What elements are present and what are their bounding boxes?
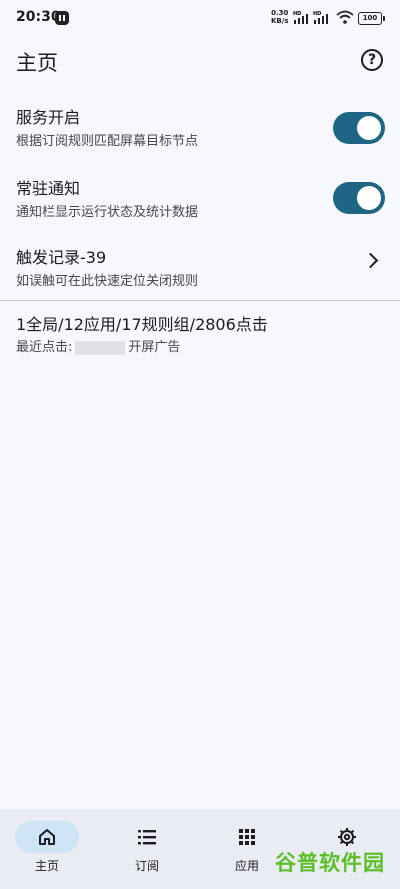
service-enable-switch[interactable] xyxy=(333,112,385,144)
signal-icon-2: HD xyxy=(313,11,328,24)
trigger-log-subtitle: 如误触可在此快速定位关闭规则 xyxy=(16,274,199,289)
network-speed-value: 0.30 xyxy=(271,9,289,17)
signal-2-label: HD xyxy=(313,11,321,17)
screen: 20:30 0.30 KB/s HD HD 100 主页 ? 服务开启 根据订阅… xyxy=(0,0,400,889)
wifi-icon xyxy=(336,10,354,24)
signal-1-label: HD xyxy=(293,11,301,17)
section-divider xyxy=(0,300,400,301)
watermark-text: 谷普软件园 xyxy=(275,851,385,875)
page-title: 主页 xyxy=(16,51,58,75)
status-bar: 20:30 0.30 KB/s HD HD 100 xyxy=(0,0,400,36)
service-enable-row[interactable]: 服务开启 根据订阅规则匹配屏幕目标节点 xyxy=(0,107,400,169)
apps-grid-icon xyxy=(239,829,255,845)
recent-click: 最近点击: 开屏广告 xyxy=(16,339,180,357)
nav-item-home[interactable]: 主页 xyxy=(0,809,100,889)
media-pause-icon xyxy=(55,11,69,25)
persistent-notification-switch[interactable] xyxy=(333,182,385,214)
signal-icon: HD xyxy=(293,11,308,24)
service-enable-subtitle: 根据订阅规则匹配屏幕目标节点 xyxy=(16,134,199,149)
status-time: 20:30 xyxy=(16,9,61,25)
service-enable-title: 服务开启 xyxy=(16,108,81,127)
nav-label-subscriptions: 订阅 xyxy=(134,859,159,873)
network-speed-unit: KB/s xyxy=(271,17,289,25)
recent-click-label: 最近点击: xyxy=(16,340,73,355)
persistent-notification-title: 常驻通知 xyxy=(16,179,81,198)
nav-label-home: 主页 xyxy=(34,859,59,873)
switch-thumb xyxy=(357,116,381,140)
switch-thumb xyxy=(357,186,381,210)
network-speed: 0.30 KB/s xyxy=(271,9,288,25)
recent-click-value: 开屏广告 xyxy=(128,340,181,355)
battery-indicator: 100 xyxy=(358,12,385,25)
persistent-notification-subtitle: 通知栏显示运行状态及统计数据 xyxy=(16,205,199,220)
top-app-bar: 主页 ? xyxy=(0,36,400,86)
persistent-notification-row[interactable]: 常驻通知 通知栏显示运行状态及统计数据 xyxy=(0,178,400,240)
list-icon xyxy=(138,830,156,845)
chevron-right-icon xyxy=(362,252,379,269)
home-icon xyxy=(39,829,55,845)
help-circle-icon[interactable]: ? xyxy=(361,49,383,71)
settings-gear-icon xyxy=(338,828,356,846)
nav-item-subscriptions[interactable]: 订阅 xyxy=(100,809,200,889)
rule-stats-summary: 1全局/12应用/17规则组/2806点击 xyxy=(16,315,268,334)
redacted-app-name xyxy=(75,340,126,355)
trigger-log-title: 触发记录-39 xyxy=(16,248,107,267)
